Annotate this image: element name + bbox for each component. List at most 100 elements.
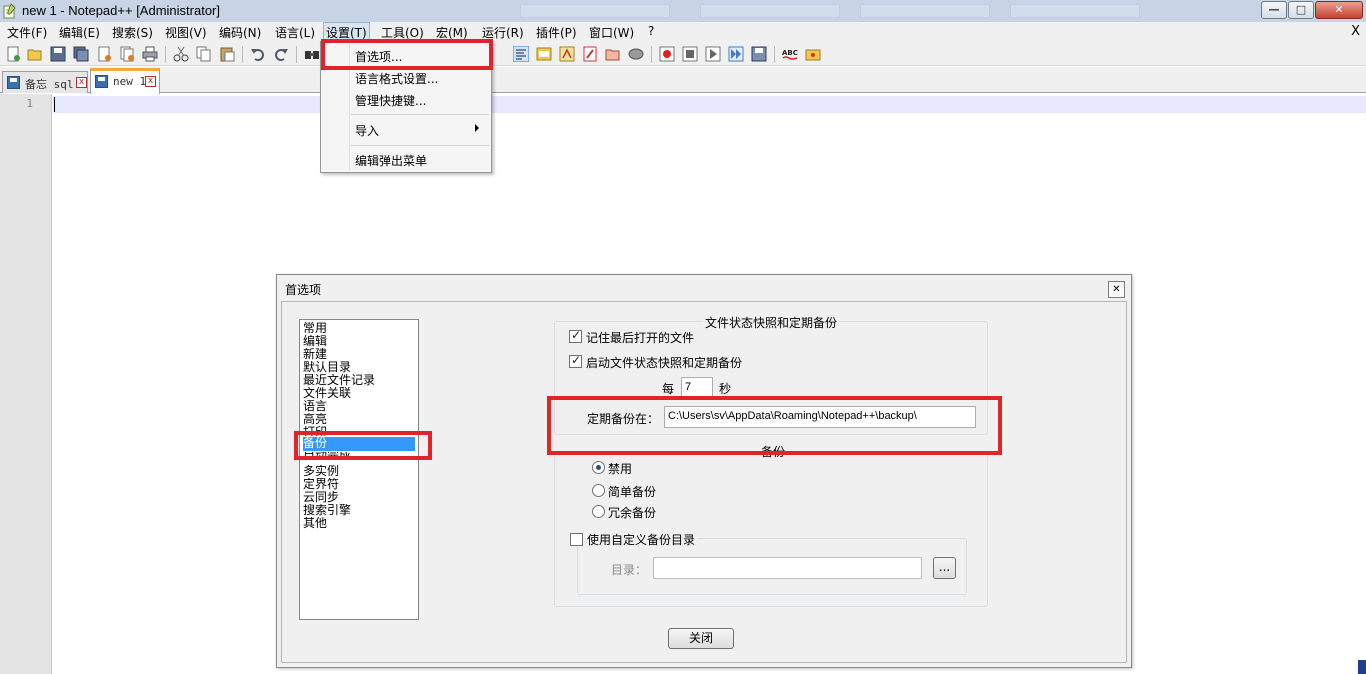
undo-icon[interactable] [250, 46, 266, 62]
category-list[interactable]: 常用 编辑 新建 默认目录 最近文件记录 文件关联 语言 高亮 打印 备份 自动… [299, 319, 419, 620]
tab-close-icon[interactable]: x [76, 77, 87, 88]
category-recent-files[interactable]: 最近文件记录 [303, 374, 415, 388]
scrollbar-corner [1358, 660, 1366, 674]
tab-label: new 1 [113, 75, 147, 88]
remember-last-session-checkbox[interactable] [569, 328, 582, 343]
close-file-icon[interactable] [96, 46, 112, 62]
highlight-box-backup-category [294, 431, 432, 460]
save-icon[interactable] [50, 46, 66, 62]
spell-check-icon[interactable]: ABC [782, 46, 798, 62]
menu-view[interactable]: 视图(V) [165, 24, 207, 41]
saved-file-icon [7, 76, 20, 89]
menu-help[interactable]: ? [648, 24, 654, 38]
category-new-document[interactable]: 新建 [303, 348, 415, 362]
highlight-box-preferences [321, 39, 493, 70]
submenu-arrow-icon [475, 124, 479, 132]
custom-backup-dir-label: 使用自定义备份目录 [585, 531, 698, 548]
menu-window[interactable]: 窗口(W) [589, 24, 634, 41]
backup-simple-label: 简单备份 [608, 485, 657, 499]
record-macro-icon[interactable] [659, 46, 675, 62]
save-macro-icon[interactable] [751, 46, 767, 62]
stop-macro-icon[interactable] [682, 46, 698, 62]
menu-edit[interactable]: 编辑(E) [59, 24, 100, 41]
category-misc[interactable]: 其他 [303, 517, 415, 531]
preferences-dialog: 首选项 ✕ 常用 编辑 新建 默认目录 最近文件记录 文件关联 语言 高亮 打印… [276, 274, 1132, 668]
category-editing[interactable]: 编辑 [303, 335, 415, 349]
tab-label: 备忘 sql [25, 78, 74, 91]
menu-item-edit-popup-menu[interactable]: 编辑弹出菜单 [355, 152, 427, 169]
menu-plugins[interactable]: 插件(P) [536, 24, 577, 41]
save-all-icon[interactable] [73, 46, 89, 62]
word-wrap-icon[interactable] [513, 46, 529, 62]
tab-close-icon[interactable]: x [145, 76, 156, 87]
play-macro-icon[interactable] [705, 46, 721, 62]
find-icon[interactable] [304, 46, 320, 62]
menu-separator [351, 145, 489, 146]
notepadpp-app-icon[interactable] [2, 3, 17, 19]
menu-item-import[interactable]: 导入 [355, 122, 379, 139]
toolbar-separator [774, 46, 775, 63]
menu-file[interactable]: 文件(F) [7, 24, 47, 41]
background-taskbar-ghost [520, 2, 1240, 20]
run-macro-multiple-icon[interactable] [728, 46, 744, 62]
print-icon[interactable] [142, 46, 158, 62]
backup-none-radio[interactable] [592, 461, 605, 474]
menu-item-shortcut-mapper[interactable]: 管理快捷键... [355, 92, 426, 109]
text-caret [54, 97, 55, 112]
maximize-button[interactable]: □ [1288, 1, 1314, 19]
redo-icon[interactable] [273, 46, 289, 62]
category-highlighting[interactable]: 高亮 [303, 413, 415, 427]
category-search-engine[interactable]: 搜索引擎 [303, 504, 415, 518]
category-multi-instance[interactable]: 多实例 [303, 465, 415, 479]
toolbar: ABC [0, 42, 1366, 66]
category-default-directory[interactable]: 默认目录 [303, 361, 415, 375]
function-list-icon[interactable] [559, 46, 575, 62]
toolbar-separator [651, 46, 652, 63]
highlight-box-backup-path [547, 396, 1002, 455]
toolbar-separator [242, 46, 243, 63]
monitoring-icon[interactable] [628, 46, 644, 62]
backup-dir-input[interactable] [653, 557, 922, 579]
paste-icon[interactable] [219, 46, 235, 62]
backup-dir-label: 目录： [611, 563, 648, 577]
browse-dir-button[interactable]: ... [933, 557, 956, 579]
title-bar: new 1 - Notepad++ [Administrator] — □ ✕ [0, 0, 1366, 22]
menu-item-style-configurator[interactable]: 语言格式设置... [355, 70, 438, 87]
category-cloud-sync[interactable]: 云同步 [303, 491, 415, 505]
cut-icon[interactable] [173, 46, 189, 62]
window-title: new 1 - Notepad++ [Administrator] [22, 3, 220, 18]
backup-verbose-radio[interactable] [592, 505, 605, 518]
dialog-title: 首选项 [285, 283, 322, 297]
folder-as-workspace-icon[interactable] [582, 46, 598, 62]
maximize-icon: □ [1295, 3, 1307, 16]
category-general[interactable]: 常用 [303, 322, 415, 336]
backup-none-label: 禁用 [608, 462, 633, 476]
tab-new-1[interactable]: new 1 x [90, 68, 160, 94]
enable-snapshot-checkbox[interactable] [569, 353, 582, 368]
close-icon: ✕ [1334, 3, 1344, 16]
new-file-icon[interactable] [5, 46, 21, 62]
category-language[interactable]: 语言 [303, 400, 415, 414]
tab-memo-sql[interactable]: 备忘 sql x [2, 71, 88, 93]
menu-encoding[interactable]: 编码(N) [219, 24, 261, 41]
copy-icon[interactable] [196, 46, 212, 62]
menu-search[interactable]: 搜索(S) [112, 24, 153, 41]
current-line-highlight [53, 96, 1366, 113]
toolbar-separator [296, 46, 297, 63]
doc-map-icon[interactable] [536, 46, 552, 62]
close-dialog-button[interactable]: 关闭 [668, 628, 734, 649]
dialog-close-icon[interactable]: ✕ [1108, 281, 1125, 298]
spell-options-icon[interactable] [805, 46, 821, 62]
close-window-button[interactable]: ✕ [1315, 1, 1363, 19]
open-file-icon[interactable] [27, 46, 43, 62]
category-delimiter[interactable]: 定界符 [303, 478, 415, 492]
minimize-button[interactable]: — [1261, 1, 1287, 19]
open-folder-icon[interactable] [605, 46, 621, 62]
backup-simple-radio[interactable] [592, 484, 605, 497]
saved-file-icon [95, 75, 108, 88]
menu-language[interactable]: 语言(L) [275, 24, 315, 41]
custom-backup-dir-checkbox[interactable] [570, 533, 583, 546]
close-document-button[interactable]: X [1351, 24, 1360, 39]
category-file-association[interactable]: 文件关联 [303, 387, 415, 401]
close-all-icon[interactable] [119, 46, 135, 62]
